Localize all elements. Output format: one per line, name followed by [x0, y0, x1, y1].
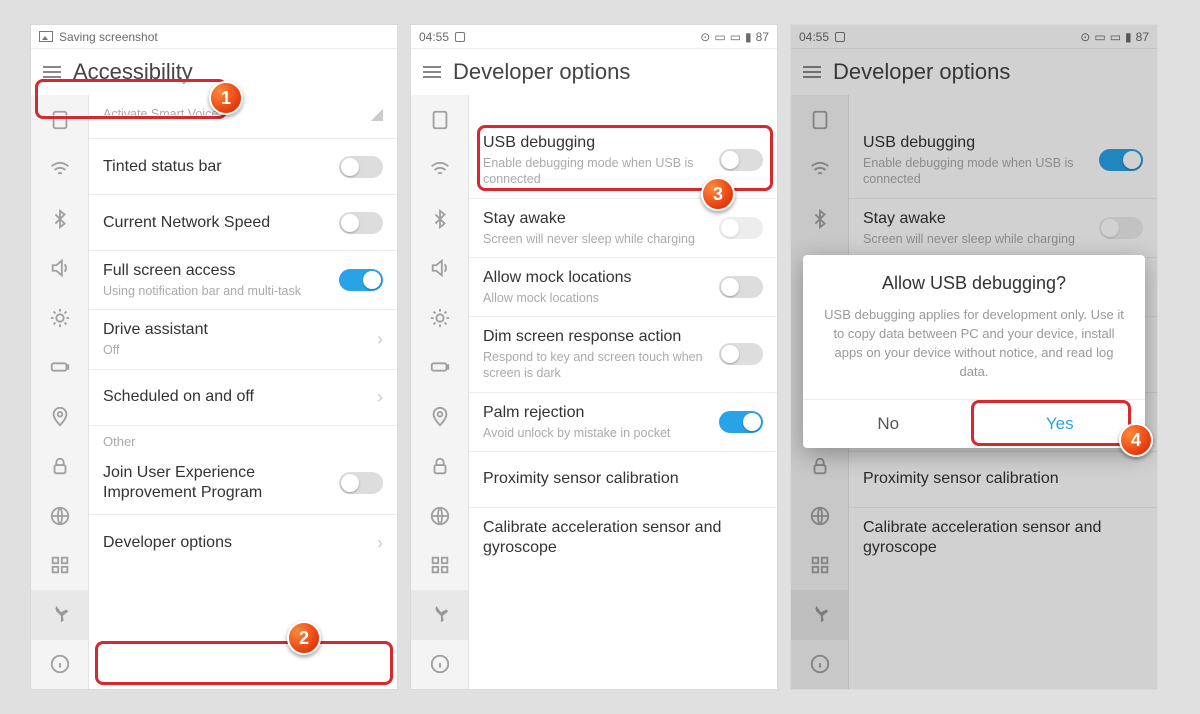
sidebar-about-icon[interactable]	[31, 640, 88, 690]
row-palm-rejection[interactable]: Palm rejection Avoid unlock by mistake i…	[469, 393, 777, 452]
row-smart-voice[interactable]: Activate Smart Voice ◢	[89, 95, 397, 139]
sidebar-location-icon[interactable]	[31, 392, 88, 442]
dialog-yes-button[interactable]: Yes	[974, 400, 1146, 448]
row-full-screen-access[interactable]: Full screen access Using notification ba…	[89, 251, 397, 310]
status-bar: Saving screenshot	[31, 25, 397, 49]
sidebar-language-icon[interactable]	[31, 491, 88, 541]
sim-icon	[455, 32, 465, 42]
vibrate-icon: ▭	[714, 30, 725, 44]
toggle-fullscreen[interactable]	[339, 269, 383, 291]
menu-icon[interactable]	[423, 66, 441, 78]
sidebar-sim-icon[interactable]	[411, 95, 468, 145]
sidebar-sound-icon[interactable]	[31, 244, 88, 294]
sidebar-location-icon[interactable]	[411, 392, 468, 442]
dialog-title: Allow USB debugging?	[821, 273, 1127, 294]
screenshot-icon	[39, 31, 53, 42]
sidebar-apps-icon[interactable]	[31, 541, 88, 591]
row-usb-debugging[interactable]: USB debugging Enable debugging mode when…	[469, 123, 777, 199]
settings-sidebar	[31, 95, 89, 689]
row-accel-calibration[interactable]: Calibrate acceleration sensor and gyrosc…	[469, 508, 777, 568]
sidebar-apps-icon[interactable]	[411, 541, 468, 591]
row-mock-locations[interactable]: Allow mock locations Allow mock location…	[469, 258, 777, 317]
sidebar-security-icon[interactable]	[31, 442, 88, 492]
sidebar-wifi-icon[interactable]	[31, 145, 88, 195]
screen-header: Accessibility	[31, 49, 397, 95]
chevron-right-icon: ›	[377, 533, 383, 554]
modal-overlay: Allow USB debugging? USB debugging appli…	[791, 25, 1157, 689]
toggle-uep[interactable]	[339, 472, 383, 494]
sidebar-accessibility-icon[interactable]	[31, 590, 88, 640]
signal-icon: ▭	[730, 30, 741, 44]
settings-list: USB debugging Enable debugging mode when…	[469, 95, 777, 689]
toggle-tinted[interactable]	[339, 156, 383, 178]
chevron-right-icon: ›	[377, 387, 383, 408]
row-tinted-status-bar[interactable]: Tinted status bar	[89, 139, 397, 195]
status-time: 04:55	[419, 30, 449, 44]
toggle-netspeed[interactable]	[339, 212, 383, 234]
toggle-dim-screen[interactable]	[719, 343, 763, 365]
header-title: Accessibility	[73, 59, 193, 85]
status-bar: 04:55 ⊙ ▭ ▭ ▮ 87	[411, 25, 777, 49]
sidebar-battery-icon[interactable]	[411, 343, 468, 393]
sidebar-brightness-icon[interactable]	[411, 293, 468, 343]
sidebar-sound-icon[interactable]	[411, 244, 468, 294]
row-drive-assistant[interactable]: Drive assistant Off ›	[89, 310, 397, 369]
sidebar-accessibility-icon[interactable]	[411, 590, 468, 640]
screen-usb-dialog: 04:55 ⊙ ▭ ▭ ▮ 87 Developer options	[790, 24, 1158, 690]
sidebar-sim-icon[interactable]	[31, 95, 88, 145]
chevron-right-icon: ›	[377, 329, 383, 350]
row-developer-options[interactable]: Developer options ›	[89, 515, 397, 571]
sidebar-bluetooth-icon[interactable]	[31, 194, 88, 244]
battery-icon: ▮	[745, 30, 752, 44]
toggle-usb-debugging[interactable]	[719, 149, 763, 171]
sidebar-security-icon[interactable]	[411, 442, 468, 492]
toggle-stay-awake[interactable]	[719, 217, 763, 239]
sidebar-wifi-icon[interactable]	[411, 145, 468, 195]
screen-accessibility: Saving screenshot Accessibility Activate…	[30, 24, 398, 690]
dialog-body: USB debugging applies for development on…	[821, 306, 1127, 381]
toggle-mock-locations[interactable]	[719, 276, 763, 298]
row-join-uep[interactable]: Join User Experience Improvement Program	[89, 453, 397, 516]
usb-debugging-dialog: Allow USB debugging? USB debugging appli…	[803, 255, 1145, 448]
settings-sidebar	[411, 95, 469, 689]
row-stay-awake[interactable]: Stay awake Screen will never sleep while…	[469, 199, 777, 258]
row-network-speed[interactable]: Current Network Speed	[89, 195, 397, 251]
sidebar-language-icon[interactable]	[411, 491, 468, 541]
screen-developer-options: 04:55 ⊙ ▭ ▭ ▮ 87 Developer options	[410, 24, 778, 690]
dropdown-icon: ◢	[371, 104, 383, 124]
sidebar-brightness-icon[interactable]	[31, 293, 88, 343]
row-proximity-calibration[interactable]: Proximity sensor calibration	[469, 452, 777, 508]
status-text: Saving screenshot	[59, 30, 158, 44]
section-other: Other	[89, 426, 397, 453]
row-dim-screen[interactable]: Dim screen response action Respond to ke…	[469, 317, 777, 393]
dialog-no-button[interactable]: No	[803, 400, 974, 448]
sidebar-bluetooth-icon[interactable]	[411, 194, 468, 244]
row-scheduled-onoff[interactable]: Scheduled on and off ›	[89, 370, 397, 426]
header-title: Developer options	[453, 59, 630, 85]
menu-icon[interactable]	[43, 66, 61, 78]
sidebar-battery-icon[interactable]	[31, 343, 88, 393]
battery-pct: 87	[756, 30, 769, 44]
screen-header: Developer options	[411, 49, 777, 95]
sidebar-about-icon[interactable]	[411, 640, 468, 690]
alarm-icon: ⊙	[700, 30, 710, 44]
toggle-palm-rejection[interactable]	[719, 411, 763, 433]
settings-list: Activate Smart Voice ◢ Tinted status bar…	[89, 95, 397, 689]
